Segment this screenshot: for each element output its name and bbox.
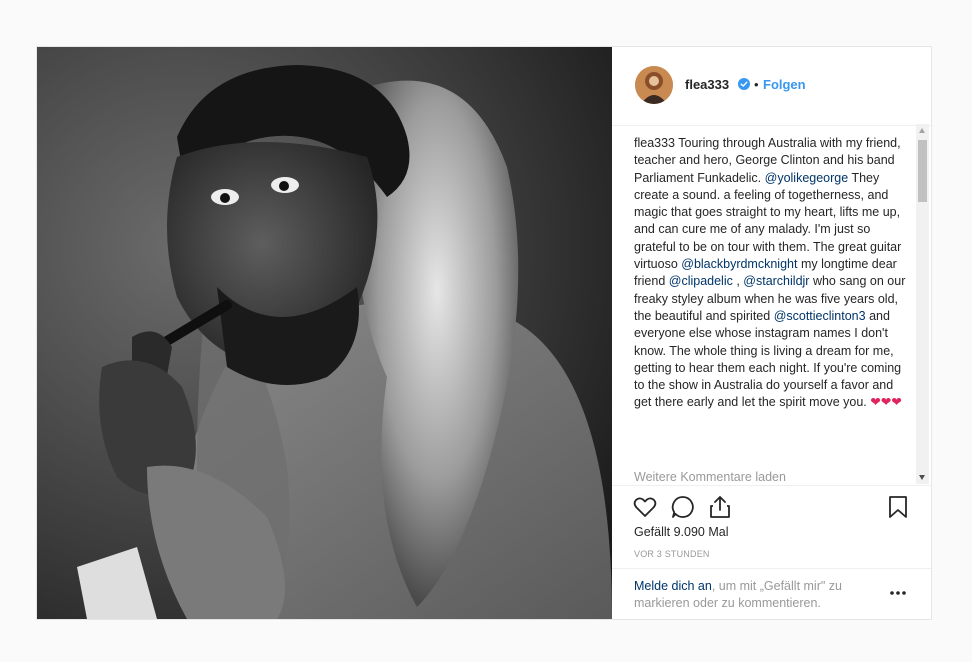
avatar[interactable] xyxy=(635,66,673,104)
mention-link[interactable]: @starchildjr xyxy=(743,274,809,288)
more-options-icon[interactable] xyxy=(889,588,907,598)
login-prompt: Melde dich an, um mit „Gefällt mir" zu m… xyxy=(612,568,931,620)
post-side-panel: flea333 • Folgen flea333 Touring through… xyxy=(612,47,931,619)
header-separator: • xyxy=(754,77,759,92)
scroll-up-icon[interactable] xyxy=(919,128,925,133)
caption-text: and everyone else whose instagram names … xyxy=(634,308,902,410)
verified-badge-icon xyxy=(738,78,750,90)
post-username[interactable]: flea333 xyxy=(685,77,729,92)
load-more-comments[interactable]: Weitere Kommentare laden xyxy=(634,470,786,484)
instagram-post: flea333 • Folgen flea333 Touring through… xyxy=(36,46,932,620)
scroll-down-icon[interactable] xyxy=(919,475,925,480)
post-caption: flea333 Touring through Australia with m… xyxy=(634,135,910,412)
comment-icon[interactable] xyxy=(670,494,696,520)
caption-text: They create a sound. a feeling of togeth… xyxy=(634,170,902,272)
bookmark-icon[interactable] xyxy=(885,494,911,520)
mention-link[interactable]: @blackbyrdmcknight xyxy=(681,257,797,271)
photo-grayscale-portrait xyxy=(37,47,612,619)
login-link[interactable]: Melde dich an xyxy=(634,579,712,593)
share-icon[interactable] xyxy=(707,494,733,520)
mention-link[interactable]: @yolikegeorge xyxy=(765,171,849,185)
post-header: flea333 • Folgen xyxy=(612,47,931,126)
scroll-thumb[interactable] xyxy=(918,140,927,202)
action-bar xyxy=(612,485,931,524)
avatar-image xyxy=(635,66,673,104)
comments-area: flea333 Touring through Australia with m… xyxy=(634,127,910,485)
heart-icon[interactable] xyxy=(632,494,658,520)
follow-button[interactable]: Folgen xyxy=(763,77,806,92)
comments-scrollbar[interactable] xyxy=(916,124,929,484)
caption-username[interactable]: flea333 xyxy=(634,136,675,150)
login-prompt-text: Melde dich an, um mit „Gefällt mir" zu m… xyxy=(634,578,874,612)
heart-emoji: ❤❤❤ xyxy=(870,395,902,410)
mention-link[interactable]: @scottieclinton3 xyxy=(774,309,866,323)
post-photo[interactable] xyxy=(37,47,612,619)
caption-text: , xyxy=(732,274,744,289)
mention-link[interactable]: @clipadelic xyxy=(669,274,733,288)
post-timestamp[interactable]: VOR 3 STUNDEN xyxy=(634,549,710,559)
likes-count[interactable]: Gefällt 9.090 Mal xyxy=(634,525,729,539)
